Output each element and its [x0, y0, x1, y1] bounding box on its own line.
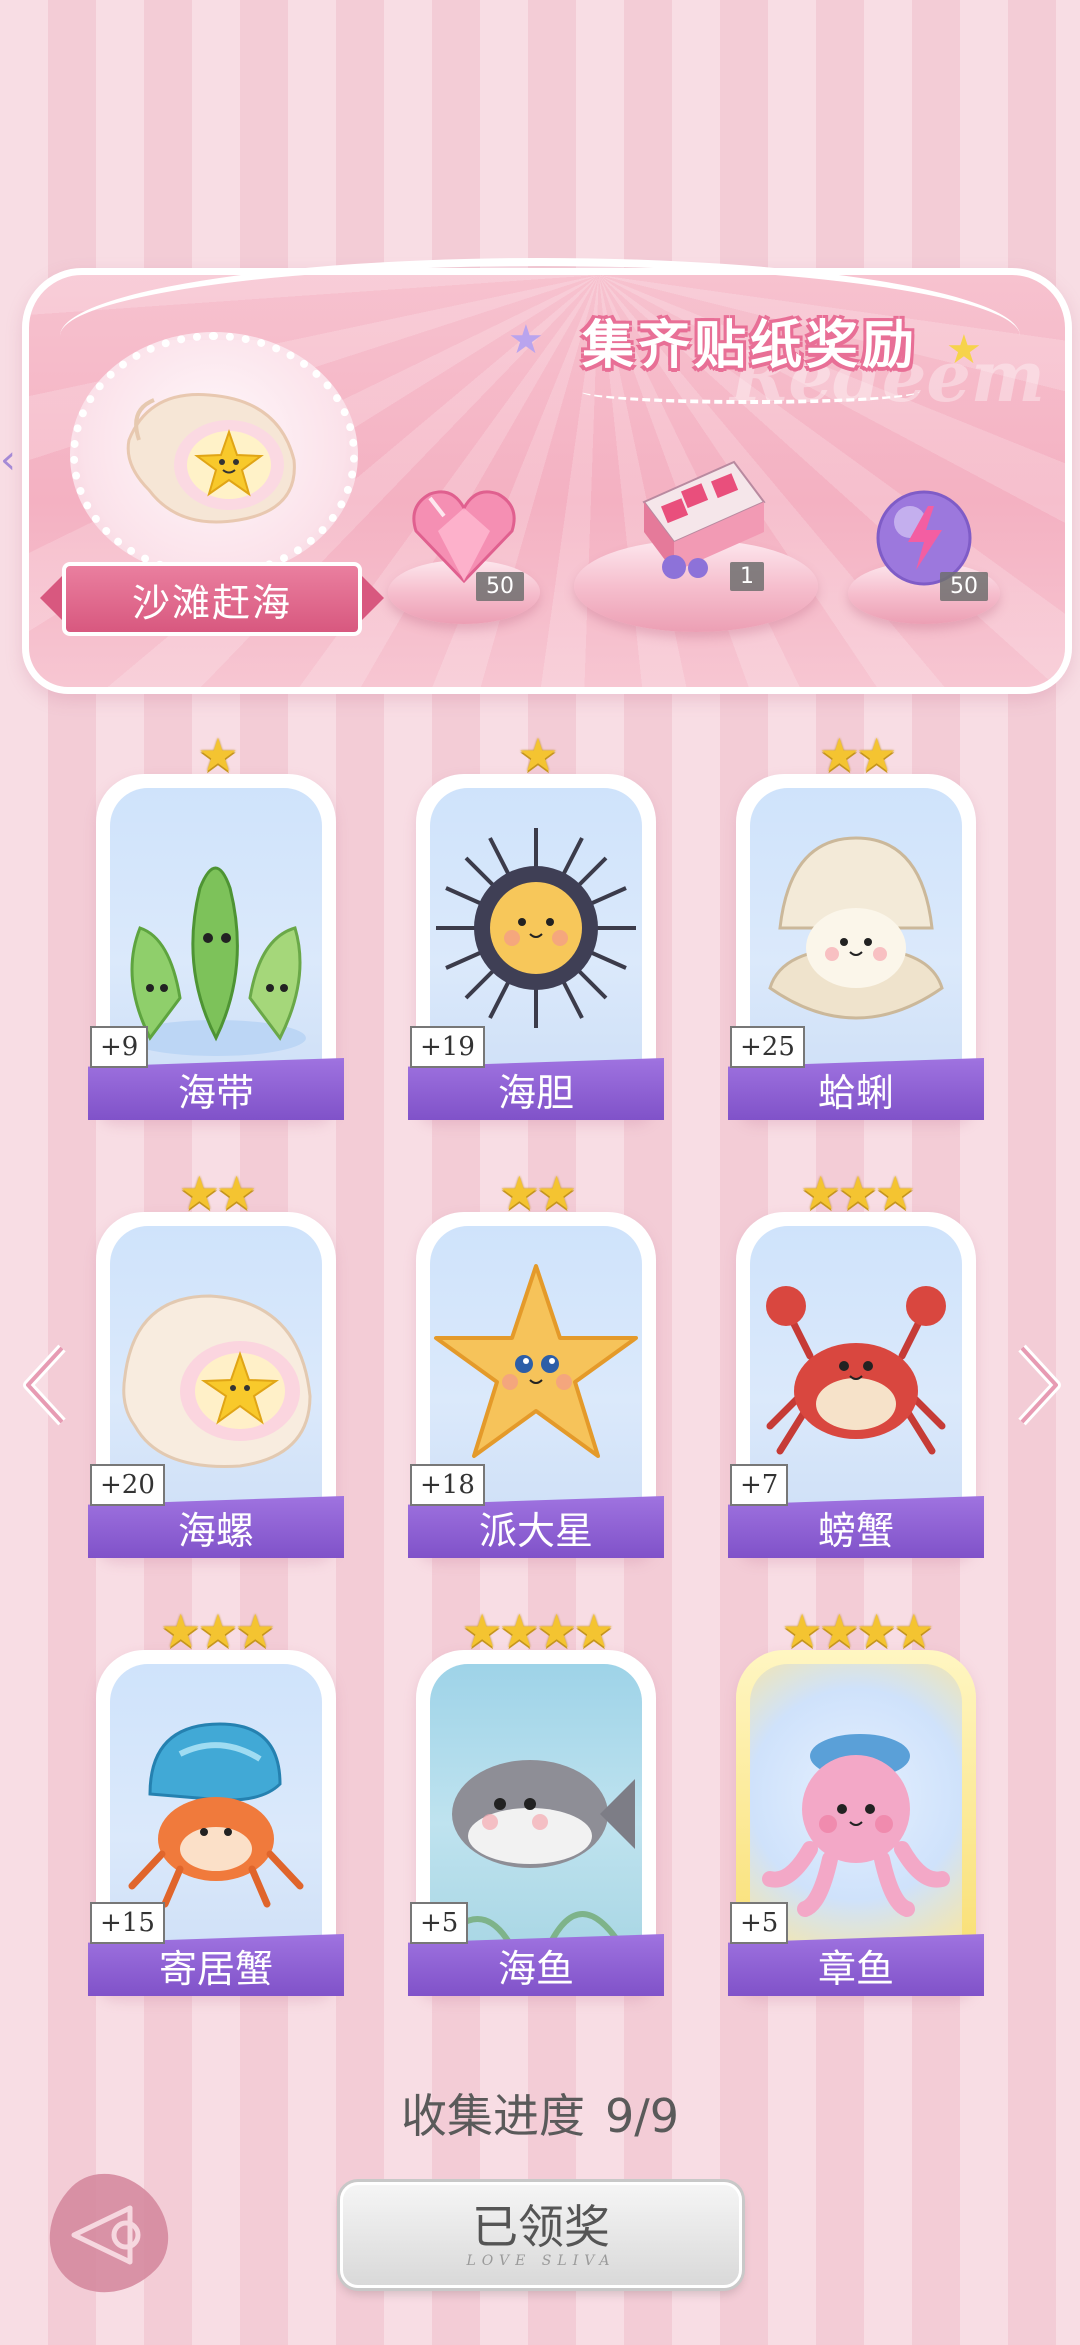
theme-name-ribbon: 沙滩赶海: [40, 562, 384, 636]
card-count: +9: [90, 1026, 149, 1068]
card-stars: ★★: [178, 1166, 257, 1220]
progress-label: 收集进度: [400, 2089, 585, 2143]
banner-title-text: 集齐贴纸奖励: [581, 315, 918, 376]
card-count: +7: [730, 1464, 789, 1506]
sticker-card-crab[interactable]: ★★★ +7 螃蟹: [728, 1168, 984, 1558]
banner-title: 集齐贴纸奖励: [510, 300, 990, 380]
card-count: +5: [730, 1902, 789, 1944]
theme-badge[interactable]: [70, 332, 358, 578]
claimed-button[interactable]: 已领奖 LOVE SLIVA: [340, 2182, 742, 2288]
card-stars: ★★★★: [461, 1604, 615, 1658]
sticker-card-starfish[interactable]: ★★ +18 派大星: [408, 1168, 664, 1558]
sticker-card-seaweed[interactable]: ★ +9 海带: [88, 730, 344, 1120]
reward-count: 50: [940, 572, 988, 601]
sticker-card-conch[interactable]: ★★ +20 海螺: [88, 1168, 344, 1558]
card-count: +20: [90, 1464, 165, 1506]
conch-shell-icon: [126, 393, 296, 524]
card-stars: ★: [197, 728, 238, 782]
sticker-card-hermit-crab[interactable]: ★★★ +15 寄居蟹: [88, 1606, 344, 1996]
card-stars: ★: [517, 728, 558, 782]
card-count: +5: [410, 1902, 469, 1944]
sticker-card-clam[interactable]: ★★ +25 蛤蜊: [728, 730, 984, 1120]
card-stars: ★★★: [800, 1166, 916, 1220]
reward-count: 50: [476, 572, 524, 601]
card-stars: ★★★★: [781, 1604, 935, 1658]
gift-box-icon[interactable]: [624, 442, 772, 582]
card-stars: ★★: [498, 1166, 577, 1220]
theme-name: 沙滩赶海: [131, 580, 292, 625]
progress-value: 9/9: [604, 2089, 680, 2143]
title-underline: [580, 378, 920, 404]
claimed-label: 已领奖: [472, 2200, 610, 2254]
card-count: +19: [410, 1026, 485, 1068]
back-arrow-icon[interactable]: [60, 2190, 156, 2280]
next-page-arrow-icon[interactable]: [1010, 1340, 1066, 1430]
card-count: +15: [90, 1902, 165, 1944]
banner-left-tab-icon: ‹: [0, 437, 16, 483]
card-stars: ★★★: [160, 1604, 276, 1658]
card-count: +18: [410, 1464, 485, 1506]
sticker-card-octopus[interactable]: ★★★★ +5 章鱼: [728, 1606, 984, 1996]
sticker-card-sea-urchin[interactable]: ★ +19 海胆: [408, 730, 664, 1120]
claimed-sublabel: LOVE SLIVA: [466, 2253, 616, 2269]
sticker-card-fish[interactable]: ★★★★ +5 海鱼: [408, 1606, 664, 1996]
reward-count: 1: [730, 562, 764, 591]
prev-page-arrow-icon[interactable]: [18, 1340, 74, 1430]
card-stars: ★★: [818, 728, 897, 782]
pink-heart-gem-icon[interactable]: [408, 486, 520, 586]
collection-progress: 收集进度 9/9: [0, 2080, 1080, 2146]
card-count: +25: [730, 1026, 805, 1068]
